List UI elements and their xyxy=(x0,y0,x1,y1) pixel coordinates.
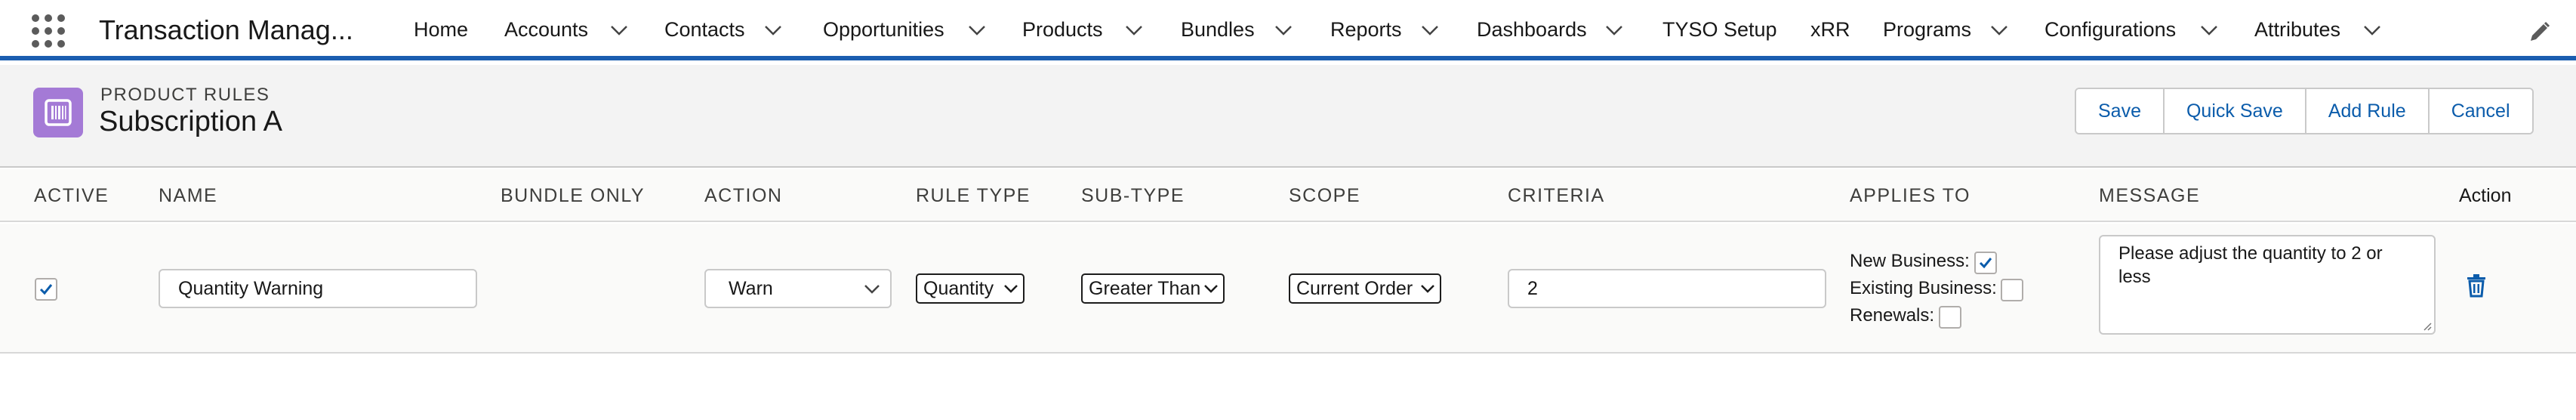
nav-item-products[interactable]: Products xyxy=(1022,18,1103,42)
nav-item-tyso-setup[interactable]: TYSO Setup xyxy=(1662,18,1777,42)
active-checkbox[interactable] xyxy=(35,278,57,301)
nav-item-programs[interactable]: Programs xyxy=(1883,18,1971,42)
column-header-action-controls: Action xyxy=(2459,185,2512,206)
nav-item-xrr[interactable]: xRR xyxy=(1810,18,1850,42)
sub-type-select[interactable]: Greater Than xyxy=(1081,273,1225,304)
scope-select[interactable]: Current Order xyxy=(1289,273,1441,304)
nav-item-accounts[interactable]: Accounts xyxy=(504,18,588,42)
header-button-group: Save Quick Save Add Rule Cancel xyxy=(2075,88,2534,134)
object-type-label: PRODUCT RULES xyxy=(100,85,270,105)
rule-type-select[interactable]: Quantity xyxy=(916,273,1025,304)
column-header-message: MESSAGE xyxy=(2099,185,2201,206)
nav-item-attributes[interactable]: Attributes xyxy=(2254,18,2340,42)
product-rule-icon xyxy=(33,88,83,137)
action-select[interactable]: Warn xyxy=(704,269,892,308)
renewals-label: Renewals: xyxy=(1850,305,1935,326)
page-header: PRODUCT RULES Subscription A Save Quick … xyxy=(0,65,2576,168)
global-nav-bar: Transaction Manag... Home Accounts Conta… xyxy=(0,0,2576,60)
column-header-scope: SCOPE xyxy=(1289,185,1361,206)
dashboards-chevron-down-icon[interactable] xyxy=(1604,23,1625,38)
page-title: Subscription A xyxy=(99,106,282,137)
delete-rule-trash-icon[interactable] xyxy=(2465,273,2488,298)
column-header-sub-type: SUB-TYPE xyxy=(1081,185,1185,206)
rules-table-header: ACTIVE NAME BUNDLE ONLY ACTION RULE TYPE… xyxy=(0,169,2576,222)
bundles-chevron-down-icon[interactable] xyxy=(1273,23,1294,38)
message-textarea[interactable]: Please adjust the quantity to 2 or less xyxy=(2099,235,2436,335)
column-header-bundle-only: BUNDLE ONLY xyxy=(501,185,646,206)
column-header-applies-to: APPLIES TO xyxy=(1850,185,1971,206)
reports-chevron-down-icon[interactable] xyxy=(1419,23,1441,38)
edit-nav-pencil-icon[interactable] xyxy=(2528,20,2552,44)
accounts-chevron-down-icon[interactable] xyxy=(609,23,630,38)
rule-type-select-value: Quantity xyxy=(923,277,994,299)
renewals-checkbox[interactable] xyxy=(1939,306,1961,329)
contacts-chevron-down-icon[interactable] xyxy=(763,23,784,38)
existing-business-label: Existing Business: xyxy=(1850,278,1997,298)
programs-chevron-down-icon[interactable] xyxy=(1989,23,2010,38)
nav-item-contacts[interactable]: Contacts xyxy=(664,18,745,42)
criteria-input[interactable]: 2 xyxy=(1508,269,1826,308)
nav-item-home[interactable]: Home xyxy=(414,18,468,42)
sub-type-chevron-down-icon xyxy=(1204,285,1218,293)
table-row: Quantity Warning Warn Quantity Greater T… xyxy=(0,224,2576,354)
column-header-criteria: CRITERIA xyxy=(1508,185,1605,206)
nav-item-reports[interactable]: Reports xyxy=(1330,18,1402,42)
column-header-active: ACTIVE xyxy=(34,185,109,206)
products-chevron-down-icon[interactable] xyxy=(1123,23,1145,38)
nav-item-bundles[interactable]: Bundles xyxy=(1181,18,1255,42)
rule-type-chevron-down-icon xyxy=(1004,285,1018,293)
nav-item-configurations[interactable]: Configurations xyxy=(2044,18,2176,42)
app-launcher-waffle-icon[interactable] xyxy=(32,14,65,48)
resize-grip-icon[interactable] xyxy=(2422,321,2433,332)
column-header-rule-type: RULE TYPE xyxy=(916,185,1031,206)
action-chevron-down-icon xyxy=(864,285,880,294)
scope-select-value: Current Order xyxy=(1296,277,1413,299)
save-button[interactable]: Save xyxy=(2076,89,2165,133)
rule-name-input[interactable]: Quantity Warning xyxy=(159,269,477,308)
nav-item-opportunities[interactable]: Opportunities xyxy=(823,18,944,42)
add-rule-button[interactable]: Add Rule xyxy=(2306,89,2430,133)
new-business-checkbox[interactable] xyxy=(1974,252,1997,274)
sub-type-select-value: Greater Than xyxy=(1089,277,1201,299)
nav-item-dashboards[interactable]: Dashboards xyxy=(1477,18,1587,42)
column-header-action: ACTION xyxy=(704,185,783,206)
existing-business-checkbox[interactable] xyxy=(2001,279,2023,301)
scope-chevron-down-icon xyxy=(1421,285,1434,293)
quick-save-button[interactable]: Quick Save xyxy=(2164,89,2306,133)
message-text: Please adjust the quantity to 2 or less xyxy=(2118,243,2383,287)
new-business-label: New Business: xyxy=(1850,251,1970,271)
opportunities-chevron-down-icon[interactable] xyxy=(966,23,988,38)
app-name: Transaction Manag... xyxy=(99,14,353,45)
action-select-value: Warn xyxy=(729,277,773,299)
attributes-chevron-down-icon[interactable] xyxy=(2362,23,2383,38)
cancel-button[interactable]: Cancel xyxy=(2429,89,2532,133)
column-header-name: NAME xyxy=(159,185,218,206)
configurations-chevron-down-icon[interactable] xyxy=(2199,23,2220,38)
